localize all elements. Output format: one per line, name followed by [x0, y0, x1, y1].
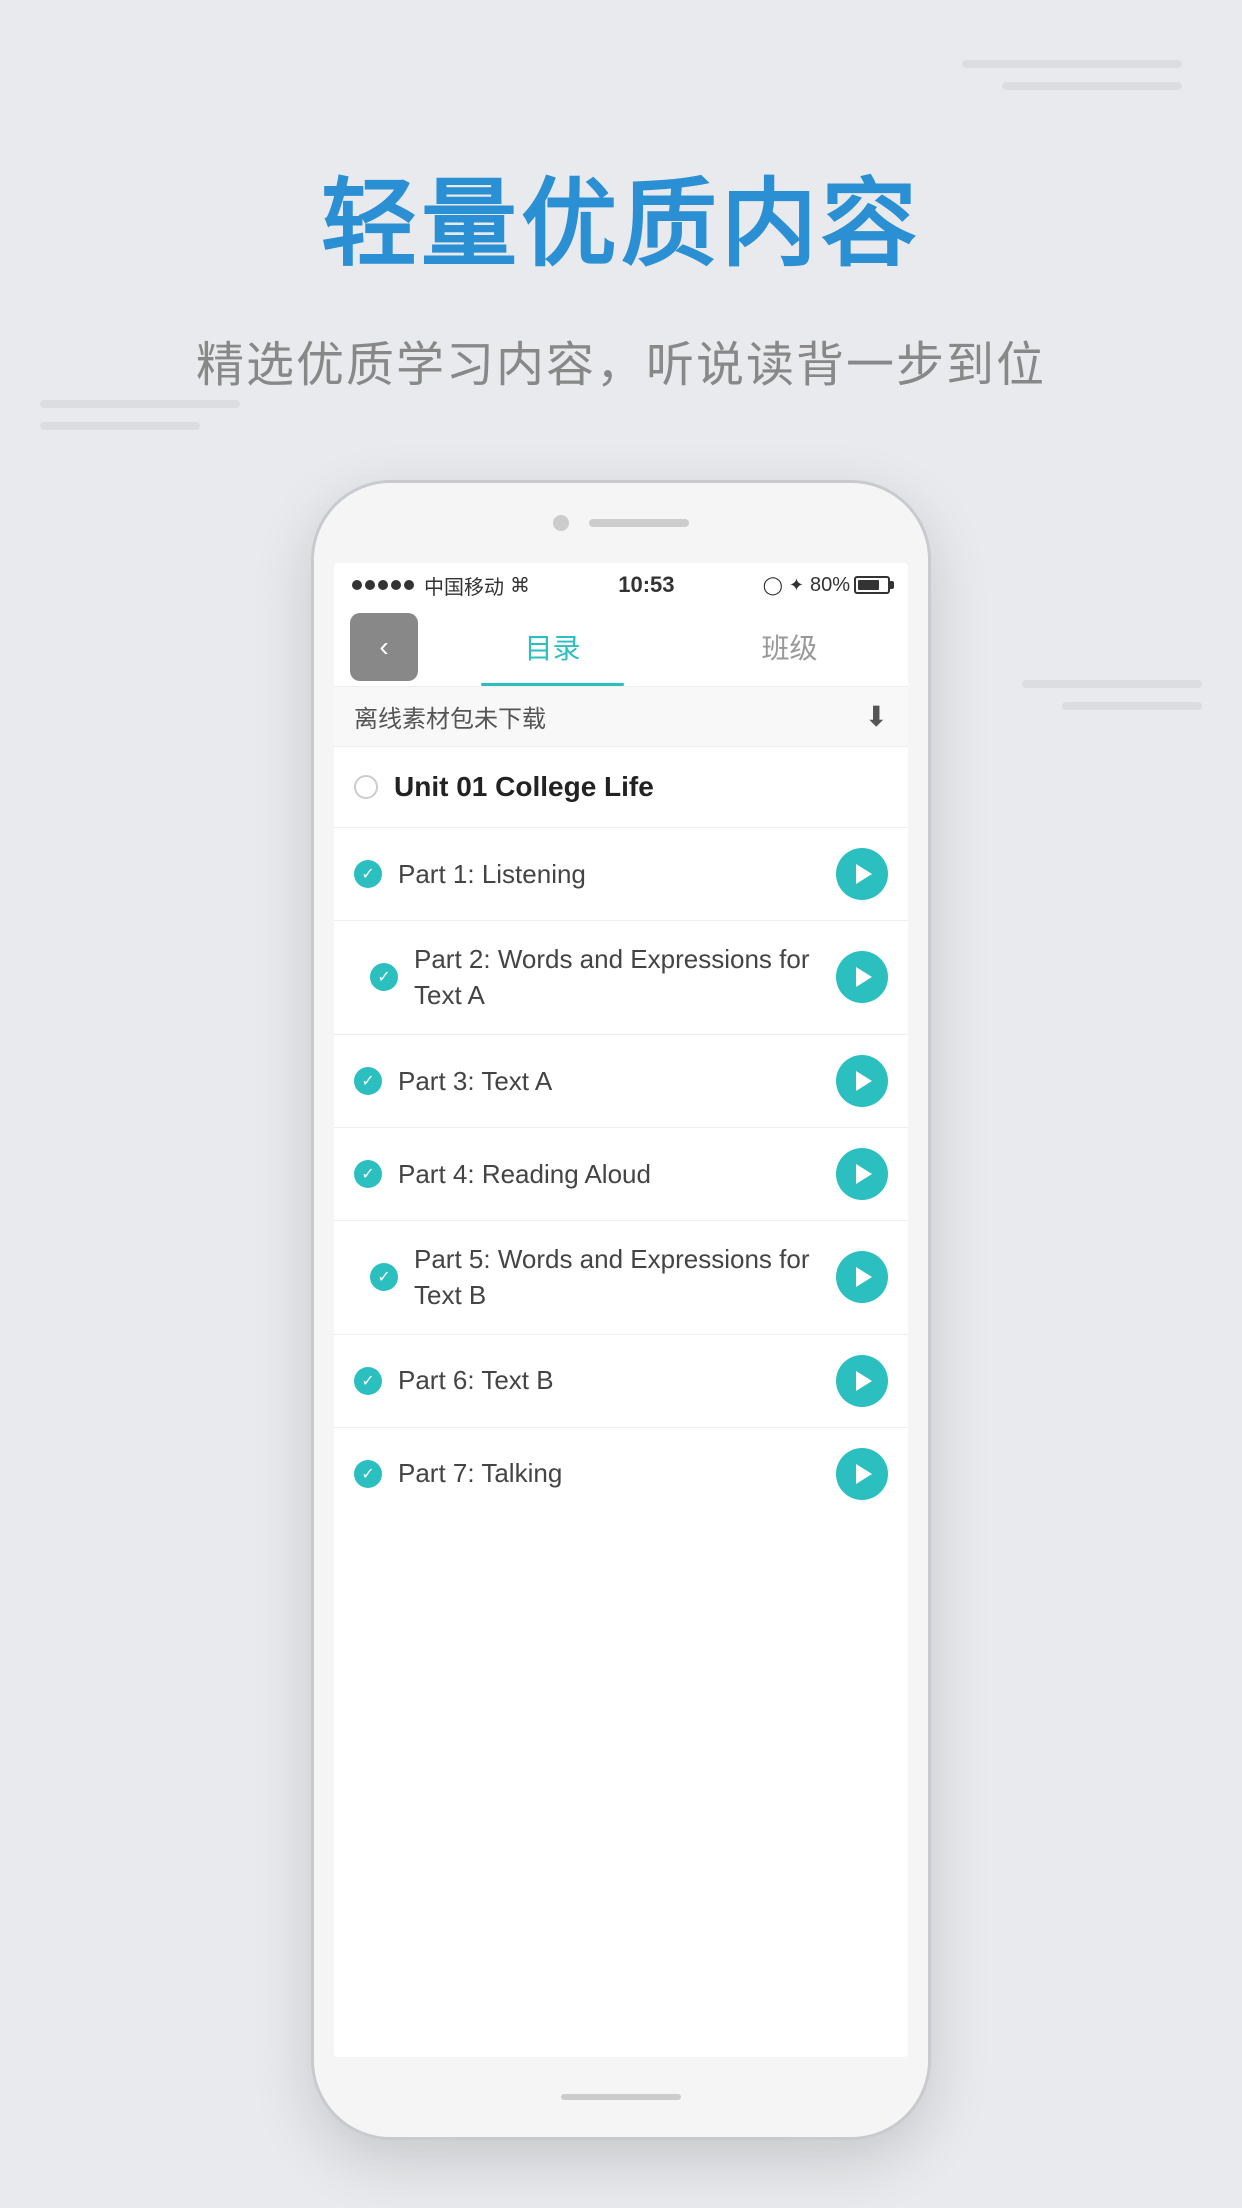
play-triangle-1	[856, 864, 872, 884]
bluetooth-icon: ✦	[789, 575, 804, 596]
battery-icon	[854, 576, 890, 594]
part-label-1: Part 1: Listening	[398, 856, 820, 892]
play-button-5[interactable]	[836, 1251, 888, 1303]
part-label-3: Part 3: Text A	[398, 1063, 820, 1099]
part-label-5: Part 5: Words and Expressions for Text B	[414, 1241, 820, 1314]
signal-dots	[352, 580, 414, 590]
status-left: 中国移动 ⌘	[352, 571, 530, 600]
play-triangle-7	[856, 1464, 872, 1484]
list-item[interactable]: ✓ Part 1: Listening	[334, 828, 908, 921]
back-button[interactable]: ‹	[350, 613, 418, 681]
check-icon-5: ✓	[370, 1263, 398, 1291]
play-triangle-2	[856, 967, 872, 987]
nav-tabs: 目录 班级	[434, 607, 908, 686]
play-triangle-4	[856, 1164, 872, 1184]
part-label-2: Part 2: Words and Expressions for Text A	[414, 941, 820, 1014]
check-icon-2: ✓	[370, 963, 398, 991]
play-triangle-5	[856, 1267, 872, 1287]
home-indicator	[561, 2094, 681, 2100]
tab-underline	[481, 683, 623, 686]
signal-dot-3	[378, 580, 388, 590]
status-right: ◯ ✦ 80%	[763, 574, 890, 597]
phone-mockup: 中国移动 ⌘ 10:53 ◯ ✦ 80% ‹	[311, 480, 931, 2140]
play-button-6[interactable]	[836, 1355, 888, 1407]
carrier-text: 中国移动	[424, 571, 504, 600]
tab-catalog[interactable]: 目录	[434, 607, 671, 686]
unit-circle	[354, 775, 378, 799]
check-icon-7: ✓	[354, 1460, 382, 1488]
list-item[interactable]: ✓ Part 4: Reading Aloud	[334, 1128, 908, 1221]
check-icon-4: ✓	[354, 1160, 382, 1188]
phone-speaker	[589, 519, 689, 527]
list-item[interactable]: ✓ Part 2: Words and Expressions for Text…	[334, 921, 908, 1035]
phone-screen: 中国移动 ⌘ 10:53 ◯ ✦ 80% ‹	[334, 563, 908, 2057]
play-button-2[interactable]	[836, 951, 888, 1003]
list-item[interactable]: ✓ Part 3: Text A	[334, 1035, 908, 1128]
phone-camera	[553, 515, 569, 531]
phone-top-bar	[314, 483, 928, 563]
battery-fill	[858, 580, 879, 590]
wifi-icon: ⌘	[510, 573, 530, 598]
top-section: 轻量优质内容 精选优质学习内容，听说读背一步到位	[0, 0, 1242, 460]
battery-percent: 80%	[810, 574, 850, 597]
play-button-4[interactable]	[836, 1148, 888, 1200]
tab-class[interactable]: 班级	[671, 607, 908, 686]
sub-title: 精选优质学习内容，听说读背一步到位	[196, 325, 1046, 395]
download-text: 离线素材包未下载	[354, 699, 546, 734]
main-title: 轻量优质内容	[321, 146, 921, 285]
signal-dot-5	[404, 580, 414, 590]
check-icon-1: ✓	[354, 860, 382, 888]
unit-title: Unit 01 College Life	[394, 771, 654, 803]
play-button-7[interactable]	[836, 1448, 888, 1500]
play-triangle-6	[856, 1371, 872, 1391]
part-label-4: Part 4: Reading Aloud	[398, 1156, 820, 1192]
list-item[interactable]: ✓ Part 6: Text B	[334, 1335, 908, 1428]
play-triangle-3	[856, 1071, 872, 1091]
check-icon-3: ✓	[354, 1067, 382, 1095]
download-icon[interactable]: ⬇	[865, 700, 888, 733]
deco-lines-right-mid	[1022, 680, 1202, 710]
status-time: 10:53	[618, 572, 674, 598]
signal-dot-4	[391, 580, 401, 590]
part-label-6: Part 6: Text B	[398, 1362, 820, 1398]
battery-container: 80%	[810, 574, 890, 597]
play-button-3[interactable]	[836, 1055, 888, 1107]
part-label-7: Part 7: Talking	[398, 1455, 820, 1491]
phone-shell: 中国移动 ⌘ 10:53 ◯ ✦ 80% ‹	[311, 480, 931, 2140]
unit-header: Unit 01 College Life	[334, 747, 908, 828]
list-item[interactable]: ✓ Part 7: Talking	[334, 1428, 908, 1520]
download-banner: 离线素材包未下载 ⬇	[334, 687, 908, 747]
content-list: Unit 01 College Life ✓ Part 1: Listening…	[334, 747, 908, 1520]
signal-dot-1	[352, 580, 362, 590]
play-button-1[interactable]	[836, 848, 888, 900]
check-icon-6: ✓	[354, 1367, 382, 1395]
status-bar: 中国移动 ⌘ 10:53 ◯ ✦ 80%	[334, 563, 908, 607]
clock-icon: ◯	[763, 575, 783, 596]
nav-bar: ‹ 目录 班级	[334, 607, 908, 687]
signal-dot-2	[365, 580, 375, 590]
phone-bottom-bar	[314, 2057, 928, 2137]
list-item[interactable]: ✓ Part 5: Words and Expressions for Text…	[334, 1221, 908, 1335]
